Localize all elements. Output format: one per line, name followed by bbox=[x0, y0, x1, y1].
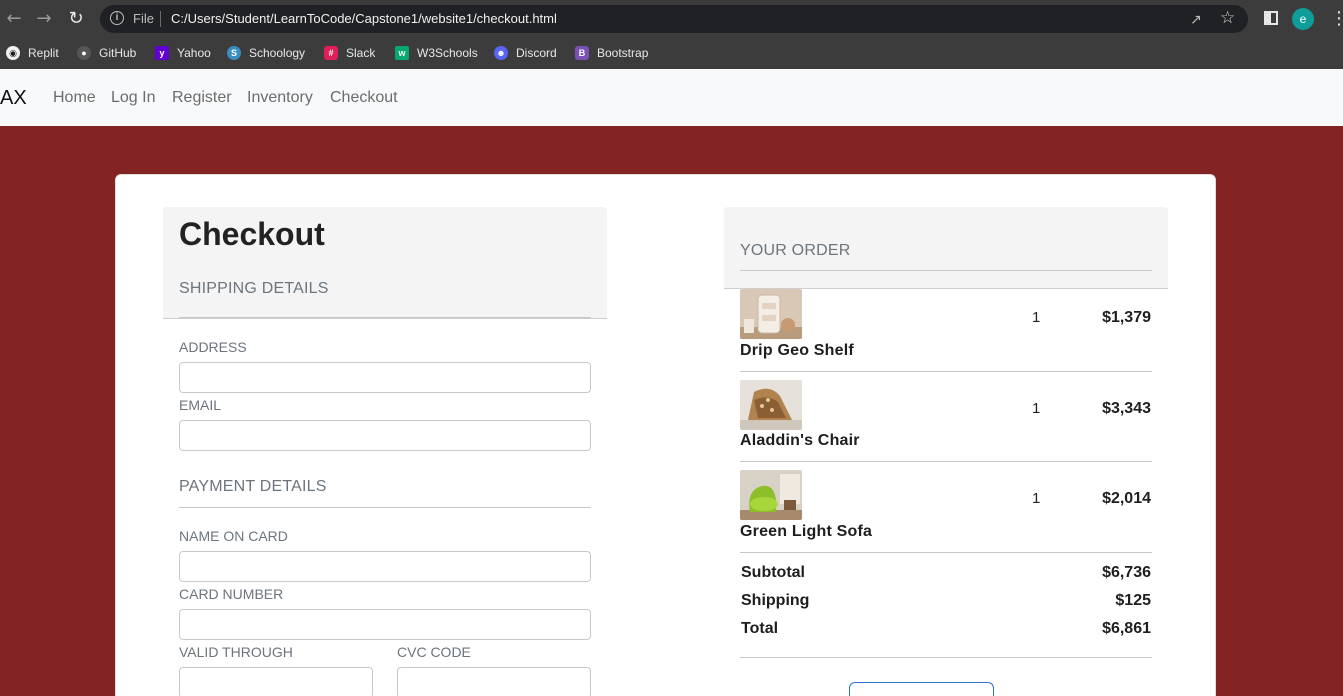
address-label: ADDRESS bbox=[179, 339, 247, 355]
bookmark-label: Slack bbox=[346, 46, 376, 60]
side-panel-icon[interactable] bbox=[1264, 11, 1278, 25]
card-number-input[interactable] bbox=[179, 609, 591, 640]
bootstrap-icon: B bbox=[575, 46, 589, 60]
bookmark-label: Discord bbox=[516, 46, 557, 60]
payment-title: PAYMENT DETAILS bbox=[179, 478, 327, 495]
product-image-aladdins-chair bbox=[740, 380, 802, 430]
item-price: $2,014 bbox=[1102, 490, 1151, 507]
bookmark-bootstrap[interactable]: B Bootstrap bbox=[575, 44, 648, 62]
item-name: Aladdin's Chair bbox=[740, 432, 860, 449]
bookmark-github[interactable]: ● GitHub bbox=[77, 44, 136, 62]
shipping-label: Shipping bbox=[741, 592, 810, 609]
divider bbox=[740, 657, 1152, 658]
name-on-card-label: NAME ON CARD bbox=[179, 528, 288, 544]
page-title: Checkout bbox=[179, 216, 325, 252]
omnibox-divider bbox=[160, 11, 161, 27]
order-title: YOUR ORDER bbox=[740, 242, 851, 259]
url-scheme: File bbox=[133, 11, 154, 26]
address-bar[interactable]: i File C:/Users/Student/LearnToCode/Caps… bbox=[100, 5, 1248, 33]
cvc-label: CVC CODE bbox=[397, 644, 471, 660]
profile-avatar[interactable]: e bbox=[1292, 8, 1314, 30]
nav-register[interactable]: Register bbox=[172, 89, 232, 107]
card-number-label: CARD NUMBER bbox=[179, 586, 284, 602]
divider bbox=[740, 461, 1152, 462]
yahoo-icon: y bbox=[155, 46, 169, 60]
valid-through-input[interactable] bbox=[179, 667, 373, 696]
item-price: $3,343 bbox=[1102, 400, 1151, 417]
item-name: Drip Geo Shelf bbox=[740, 342, 854, 359]
menu-kebab-icon[interactable]: ⋮ bbox=[1330, 8, 1343, 28]
item-qty: 1 bbox=[1032, 400, 1041, 417]
bookmark-label: Bootstrap bbox=[597, 46, 649, 60]
nav-inventory[interactable]: Inventory bbox=[247, 89, 313, 107]
bookmark-star-icon[interactable]: ☆ bbox=[1220, 9, 1235, 27]
item-price: $1,379 bbox=[1102, 309, 1151, 326]
subtotal-label: Subtotal bbox=[741, 564, 805, 581]
bookmark-label: Yahoo bbox=[177, 46, 211, 60]
browser-toolbar: ← → ↻ i File C:/Users/Student/LearnToCod… bbox=[0, 0, 1343, 38]
bookmarks-bar: ◉ Replit ● GitHub y Yahoo S Schoology # … bbox=[0, 38, 1343, 69]
name-on-card-input[interactable] bbox=[179, 551, 591, 582]
github-icon: ● bbox=[77, 46, 91, 60]
item-qty: 1 bbox=[1032, 309, 1041, 326]
divider bbox=[179, 317, 591, 318]
divider bbox=[740, 270, 1152, 271]
bookmark-slack[interactable]: # Slack bbox=[324, 44, 375, 62]
share-icon[interactable]: ↗ bbox=[1190, 11, 1206, 27]
site-brand[interactable]: AX bbox=[0, 87, 27, 110]
valid-through-label: VALID THROUGH bbox=[179, 644, 293, 660]
divider bbox=[740, 552, 1152, 553]
shipping-title: SHIPPING DETAILS bbox=[179, 280, 329, 297]
item-qty: 1 bbox=[1032, 490, 1041, 507]
email-input[interactable] bbox=[179, 420, 591, 451]
nav-checkout[interactable]: Checkout bbox=[330, 89, 398, 107]
slack-icon: # bbox=[324, 46, 338, 60]
bookmark-w3schools[interactable]: w W3Schools bbox=[395, 44, 478, 62]
bookmark-label: GitHub bbox=[99, 46, 137, 60]
schoology-icon: S bbox=[227, 46, 241, 60]
url-text[interactable]: C:/Users/Student/LearnToCode/Capstone1/w… bbox=[171, 11, 557, 26]
product-image-drip-geo-shelf bbox=[740, 289, 802, 339]
bookmark-label: W3Schools bbox=[417, 46, 478, 60]
bookmark-discord[interactable]: ☻ Discord bbox=[494, 44, 557, 62]
email-label: EMAIL bbox=[179, 397, 222, 413]
divider bbox=[179, 507, 591, 508]
bookmark-schoology[interactable]: S Schoology bbox=[227, 44, 305, 62]
subtotal-value: $6,736 bbox=[1102, 564, 1151, 581]
reload-icon[interactable]: ↻ bbox=[66, 9, 86, 29]
place-order-button[interactable] bbox=[849, 682, 994, 696]
nav-home[interactable]: Home bbox=[53, 89, 96, 107]
nav-login[interactable]: Log In bbox=[111, 89, 155, 107]
w3schools-icon: w bbox=[395, 46, 409, 60]
total-label: Total bbox=[741, 620, 779, 637]
site-navbar: AX Home Log In Register Inventory Checko… bbox=[0, 69, 1343, 126]
bookmark-label: Replit bbox=[28, 46, 59, 60]
bookmark-yahoo[interactable]: y Yahoo bbox=[155, 44, 211, 62]
bookmark-replit[interactable]: ◉ Replit bbox=[6, 44, 59, 62]
shipping-value: $125 bbox=[1115, 592, 1151, 609]
forward-arrow-icon[interactable]: → bbox=[34, 9, 54, 29]
total-value: $6,861 bbox=[1102, 620, 1151, 637]
discord-icon: ☻ bbox=[494, 46, 508, 60]
back-arrow-icon[interactable]: ← bbox=[4, 9, 24, 29]
divider bbox=[740, 371, 1152, 372]
cvc-input[interactable] bbox=[397, 667, 591, 696]
bookmark-label: Schoology bbox=[249, 46, 306, 60]
item-name: Green Light Sofa bbox=[740, 523, 873, 540]
product-image-green-light-sofa bbox=[740, 470, 802, 520]
info-icon[interactable]: i bbox=[110, 11, 124, 25]
replit-icon: ◉ bbox=[6, 46, 20, 60]
address-input[interactable] bbox=[179, 362, 591, 393]
